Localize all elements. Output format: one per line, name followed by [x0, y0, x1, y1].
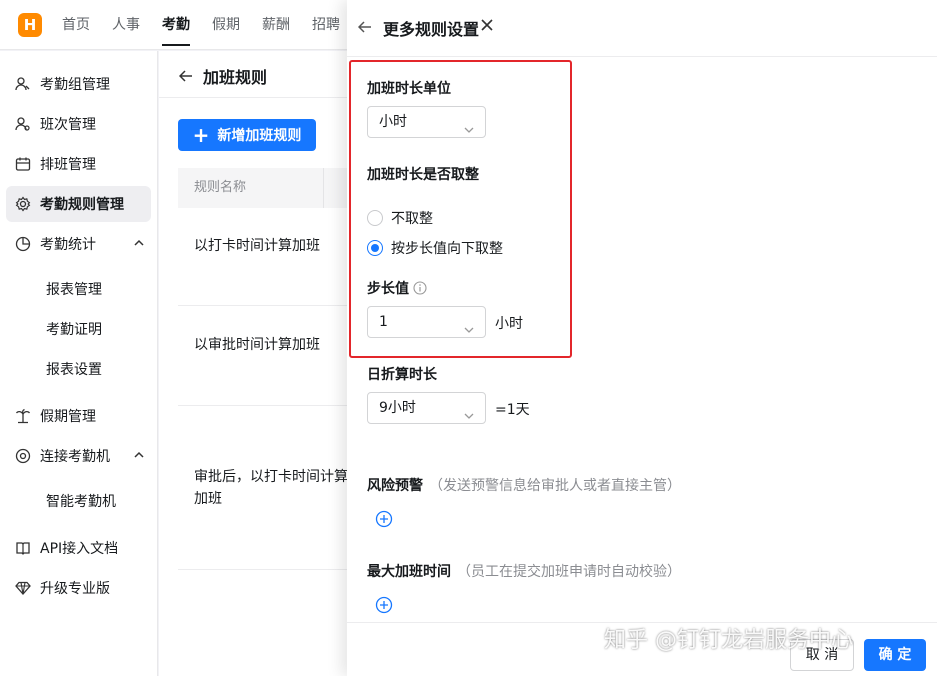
sidebar-item-label: 考勤统计 [40, 237, 96, 253]
sidebar-sub-report-manage[interactable]: 报表管理 [46, 279, 102, 299]
sidebar-item-statistics[interactable]: 考勤统计 [6, 226, 151, 262]
step-value-select[interactable]: 1 [367, 306, 486, 338]
clock-device-icon [14, 447, 32, 465]
sidebar-item-label: 排班管理 [40, 157, 96, 173]
table-row[interactable]: 以审批时间计算加班 [178, 334, 359, 356]
overtime-unit-select[interactable]: 小时 [367, 106, 486, 138]
rounding-label: 加班时长是否取整 [367, 167, 479, 183]
radio-round-down-by-step[interactable]: 按步长值向下取整 [367, 238, 503, 258]
sidebar-item-leave[interactable]: 假期管理 [6, 398, 151, 434]
select-value: 小时 [379, 114, 407, 130]
row-divider [178, 305, 359, 306]
divider [159, 97, 359, 98]
panel-header: 加班规则 [179, 64, 267, 88]
risk-warning-label: 风险预警 （发送预警信息给审批人或者直接主管） [367, 475, 681, 495]
sidebar-sub-attendance-proof[interactable]: 考勤证明 [46, 319, 102, 339]
nav-item-payroll[interactable]: 薪酬 [262, 0, 290, 50]
book-icon [14, 539, 32, 557]
overtime-unit-label: 加班时长单位 [367, 81, 451, 97]
chevron-down-icon [463, 317, 475, 347]
column-separator [323, 168, 324, 208]
nav-item-leave[interactable]: 假期 [212, 0, 240, 50]
drawer-title: 更多规则设置 [383, 20, 480, 39]
column-header-rule-name: 规则名称 [178, 168, 359, 208]
nav-item-attendance[interactable]: 考勤 [162, 0, 190, 50]
sidebar-item-api-docs[interactable]: API接入文档 [6, 530, 151, 566]
sidebar-item-label: 升级专业版 [40, 581, 110, 597]
sidebar-item-attendance-group[interactable]: 考勤组管理 [6, 66, 151, 102]
sidebar-item-label: API接入文档 [40, 541, 119, 557]
radio-no-rounding[interactable]: 不取整 [367, 208, 433, 228]
sidebar: 考勤组管理 班次管理 排班管理 考勤规则管理 考勤统计 报表管理 考勤证明 报表… [0, 51, 158, 676]
sidebar-item-attendance-rules[interactable]: 考勤规则管理 [6, 186, 151, 222]
chevron-up-icon [133, 449, 145, 465]
plus-icon: + [192, 123, 210, 147]
info-icon[interactable] [413, 281, 427, 299]
sidebar-item-label: 连接考勤机 [40, 449, 110, 465]
radio-label: 按步长值向下取整 [391, 241, 503, 257]
sidebar-item-label: 考勤组管理 [40, 77, 110, 93]
sidebar-item-label: 考勤规则管理 [40, 197, 124, 213]
nav-item-recruit[interactable]: 招聘 [312, 0, 340, 50]
select-value: 9小时 [379, 400, 416, 416]
pie-icon [14, 235, 32, 253]
max-hint: （员工在提交加班申请时自动校验） [457, 564, 681, 580]
close-icon[interactable] [480, 18, 494, 36]
overtime-rules-panel: 加班规则 + 新增加班规则 规则名称 以打卡时间计算加班 以审批时间计算加班 审… [159, 51, 359, 676]
sidebar-item-label: 假期管理 [40, 409, 96, 425]
day-conversion-suffix: =1天 [495, 402, 530, 418]
radio-button-selected[interactable] [367, 240, 383, 256]
step-value-label: 步长值 [367, 278, 427, 299]
table-row[interactable]: 审批后，以打卡时间计算加班 [178, 466, 359, 510]
app-logo[interactable]: H [18, 13, 42, 37]
max-label-text: 最大加班时间 [367, 564, 451, 580]
add-button-label: 新增加班规则 [217, 128, 302, 144]
calendar-icon [14, 155, 32, 173]
step-label-text: 步长值 [367, 281, 409, 297]
chevron-down-icon [463, 117, 475, 147]
confirm-button[interactable]: 确 定 [864, 639, 926, 671]
nav-item-hr[interactable]: 人事 [112, 0, 140, 50]
palm-tree-icon [14, 407, 32, 425]
chevron-down-icon [463, 403, 475, 433]
add-overtime-rule-button[interactable]: + 新增加班规则 [178, 119, 316, 151]
sidebar-item-attendance-machine[interactable]: 连接考勤机 [6, 438, 151, 474]
back-arrow-icon[interactable] [179, 69, 193, 83]
step-unit: 小时 [495, 316, 523, 332]
risk-label-text: 风险预警 [367, 478, 423, 494]
add-circle-icon[interactable] [375, 596, 393, 618]
people-icon [14, 115, 32, 133]
table-row[interactable]: 以打卡时间计算加班 [178, 235, 359, 257]
sidebar-sub-report-settings[interactable]: 报表设置 [46, 359, 102, 379]
add-circle-icon[interactable] [375, 510, 393, 532]
page-title: 加班规则 [203, 68, 268, 87]
risk-hint: （发送预警信息给审批人或者直接主管） [429, 478, 681, 494]
sidebar-item-shift[interactable]: 班次管理 [6, 106, 151, 142]
footer-divider [347, 622, 937, 623]
day-conversion-select[interactable]: 9小时 [367, 392, 486, 424]
back-arrow-icon[interactable] [357, 20, 372, 38]
row-divider [178, 569, 359, 570]
nav-item-home[interactable]: 首页 [62, 0, 90, 50]
sidebar-sub-smart-machine[interactable]: 智能考勤机 [46, 491, 116, 511]
chevron-up-icon [133, 237, 145, 253]
gear-icon [14, 195, 32, 213]
radio-button[interactable] [367, 210, 383, 226]
day-conversion-label: 日折算时长 [367, 367, 437, 383]
radio-label: 不取整 [391, 211, 433, 227]
max-overtime-label: 最大加班时间 （员工在提交加班申请时自动校验） [367, 561, 681, 581]
more-rules-drawer: 更多规则设置 加班时长单位 小时 加班时长是否取整 不取整 按步长值向下取整 步… [347, 0, 937, 676]
row-divider [178, 405, 359, 406]
drawer-header: 更多规则设置 [347, 0, 937, 57]
sidebar-item-upgrade[interactable]: 升级专业版 [6, 570, 151, 606]
sidebar-item-label: 班次管理 [40, 117, 96, 133]
diamond-icon [14, 579, 32, 597]
sidebar-item-schedule[interactable]: 排班管理 [6, 146, 151, 182]
people-icon [14, 75, 32, 93]
select-value: 1 [379, 314, 388, 330]
cancel-button[interactable]: 取 消 [790, 639, 854, 671]
